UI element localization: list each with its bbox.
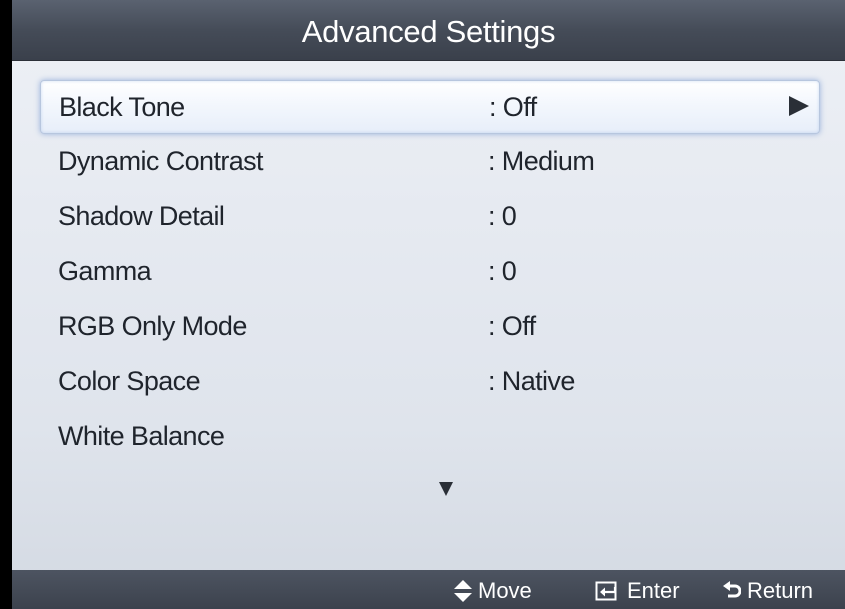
menu-item-label: Black Tone [59, 92, 185, 122]
return-hint: Return [723, 578, 813, 604]
menu-item-shadow-detail[interactable]: Shadow Detail : 0 [40, 190, 818, 242]
title-bar: Advanced Settings [12, 0, 845, 61]
enter-hint-label: Enter [627, 578, 680, 603]
menu-item-black-tone[interactable]: Black Tone : Off [40, 80, 820, 134]
menu-item-value: : 0 [488, 256, 517, 286]
menu-item-gamma[interactable]: Gamma : 0 [40, 245, 818, 297]
menu-item-value: : Medium [488, 146, 595, 176]
menu-item-value: : Off [489, 92, 537, 122]
return-icon [723, 581, 741, 598]
enter-hint: Enter [595, 578, 680, 604]
footer-hint-bar: Move Enter Return [12, 570, 845, 609]
page-title: Advanced Settings [301, 14, 556, 49]
menu-item-value: : 0 [488, 201, 517, 231]
move-hint: Move [454, 578, 532, 604]
arrow-right-icon [789, 96, 809, 116]
return-hint-label: Return [747, 578, 814, 603]
menu-item-label: Gamma [58, 256, 152, 286]
menu-item-value: : Off [488, 311, 536, 341]
enter-icon [595, 581, 617, 601]
menu-item-white-balance[interactable]: White Balance [40, 410, 818, 462]
menu-item-color-space[interactable]: Color Space : Native [40, 355, 818, 407]
move-hint-label: Move [478, 578, 532, 603]
menu-item-rgb-only-mode[interactable]: RGB Only Mode : Off [40, 300, 818, 352]
menu-item-label: Dynamic Contrast [58, 146, 264, 176]
menu-item-dynamic-contrast[interactable]: Dynamic Contrast : Medium [40, 135, 818, 187]
menu-item-value: : Native [488, 366, 575, 396]
scroll-down-icon[interactable] [439, 482, 453, 496]
menu-item-label: Color Space [58, 366, 201, 396]
advanced-settings-panel: Advanced Settings Black Tone : Off Dynam… [12, 0, 845, 609]
menu-item-label: White Balance [58, 421, 225, 451]
menu-item-label: RGB Only Mode [58, 311, 247, 341]
up-down-arrow-icon [454, 580, 472, 602]
menu-item-label: Shadow Detail [58, 201, 225, 231]
